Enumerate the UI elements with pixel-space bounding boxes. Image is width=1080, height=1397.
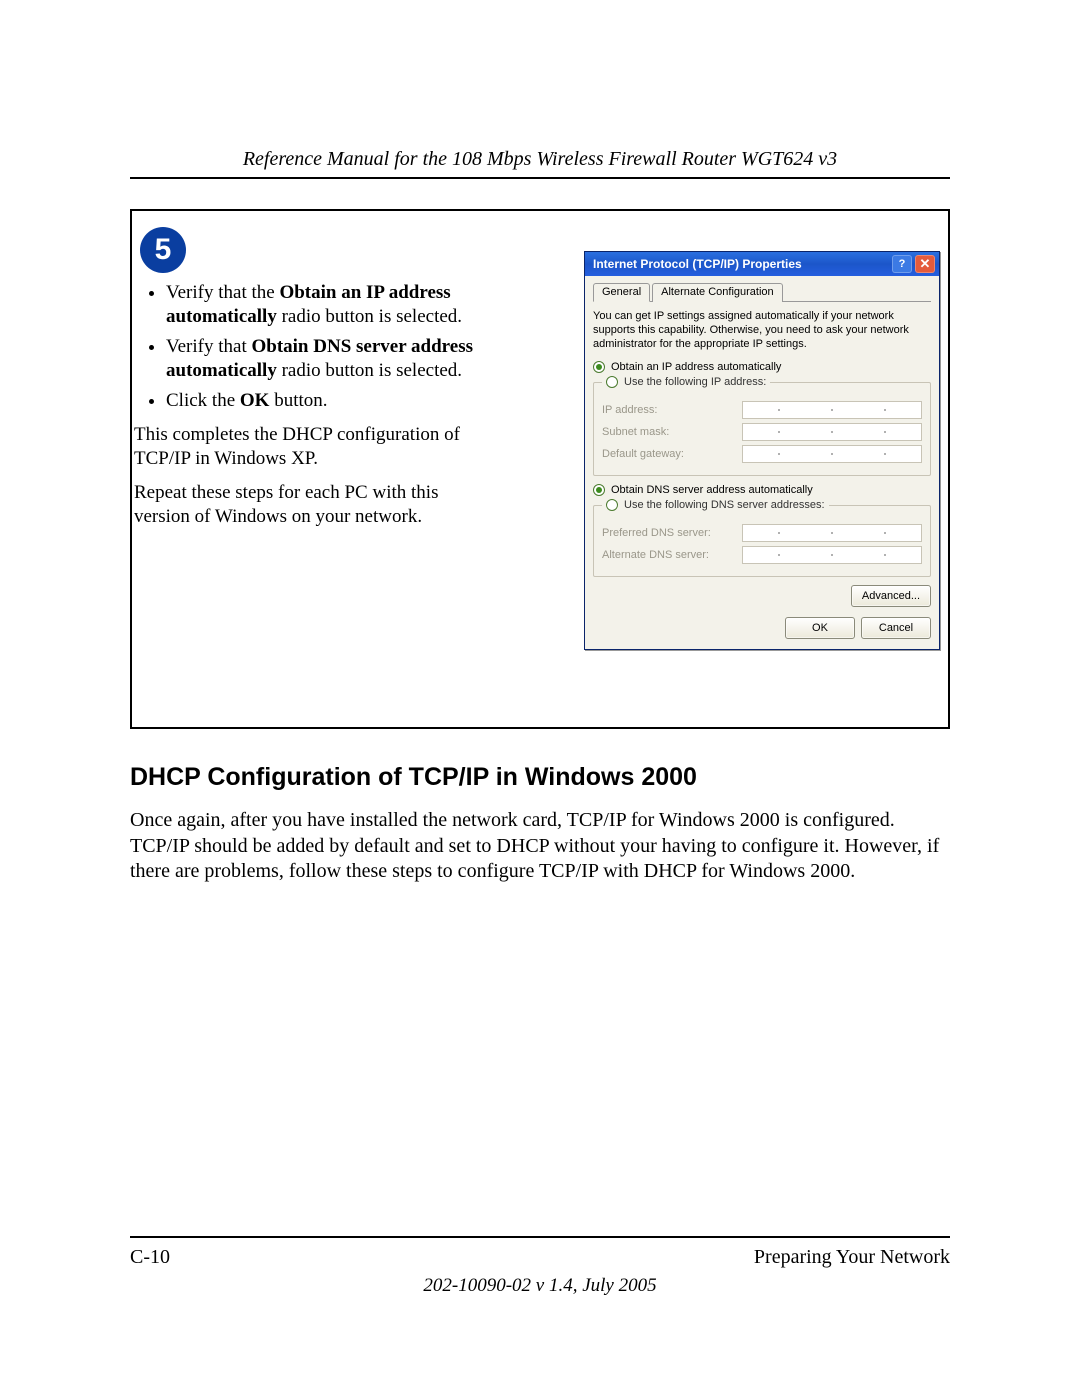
help-button[interactable]: ? <box>892 255 912 273</box>
radio-use-following-dns[interactable]: Use the following DNS server addresses: <box>624 499 825 511</box>
bold-text: OK <box>240 390 270 411</box>
ip-settings-group: Use the following IP address: IP address… <box>593 376 931 476</box>
text: Click the <box>166 390 240 411</box>
radio-use-following-ip[interactable]: Use the following IP address: <box>624 376 766 388</box>
advanced-button[interactable]: Advanced... <box>851 585 931 607</box>
step-paragraph: This completes the DHCP configuration of… <box>134 423 476 471</box>
label-default-gateway: Default gateway: <box>602 448 742 460</box>
text: radio button is selected. <box>277 360 462 381</box>
radio-icon <box>593 484 605 496</box>
dialog-screenshot: Internet Protocol (TCP/IP) Properties ? … <box>584 251 940 650</box>
step-bullet: Verify that Obtain DNS server address au… <box>166 335 476 383</box>
tcpip-properties-dialog: Internet Protocol (TCP/IP) Properties ? … <box>584 251 940 650</box>
dialog-body: General Alternate Configuration You can … <box>585 276 939 649</box>
text: Verify that the <box>166 282 279 303</box>
radio-label: Obtain DNS server address automatically <box>611 484 813 496</box>
dialog-description: You can get IP settings assigned automat… <box>593 310 931 351</box>
step-number-badge: 5 <box>140 227 186 273</box>
label-alternate-dns: Alternate DNS server: <box>602 549 742 561</box>
default-gateway-field[interactable] <box>742 445 922 463</box>
close-button[interactable]: ✕ <box>915 255 935 273</box>
step-paragraph: Repeat these steps for each PC with this… <box>134 481 476 529</box>
cancel-button[interactable]: Cancel <box>861 617 931 639</box>
running-header: Reference Manual for the 108 Mbps Wirele… <box>130 148 950 171</box>
label-preferred-dns: Preferred DNS server: <box>602 527 742 539</box>
dialog-titlebar: Internet Protocol (TCP/IP) Properties ? … <box>585 252 939 276</box>
radio-icon[interactable] <box>606 376 618 388</box>
section-body: Once again, after you have installed the… <box>130 808 950 885</box>
radio-obtain-ip-auto[interactable]: Obtain an IP address automatically <box>593 361 931 373</box>
page-footer: C-10 Preparing Your Network 202-10090-02… <box>130 1236 950 1297</box>
radio-label: Obtain an IP address automatically <box>611 361 781 373</box>
step-instructions: 5 Verify that the Obtain an IP address a… <box>132 221 476 538</box>
preferred-dns-field[interactable] <box>742 524 922 542</box>
text: radio button is selected. <box>277 306 462 327</box>
dialog-title: Internet Protocol (TCP/IP) Properties <box>593 257 889 271</box>
step-panel: 5 Verify that the Obtain an IP address a… <box>130 209 950 729</box>
dns-settings-group: Use the following DNS server addresses: … <box>593 499 931 577</box>
text: Verify that <box>166 336 251 357</box>
dialog-tabs: General Alternate Configuration <box>593 282 931 302</box>
tab-general[interactable]: General <box>593 283 650 302</box>
footer-doc-version: 202-10090-02 v 1.4, July 2005 <box>130 1275 950 1297</box>
radio-obtain-dns-auto[interactable]: Obtain DNS server address automatically <box>593 484 931 496</box>
subnet-mask-field[interactable] <box>742 423 922 441</box>
page-number: C-10 <box>130 1246 170 1269</box>
section-heading: DHCP Configuration of TCP/IP in Windows … <box>130 763 950 792</box>
radio-icon[interactable] <box>606 499 618 511</box>
header-rule <box>130 177 950 179</box>
label-subnet-mask: Subnet mask: <box>602 426 742 438</box>
label-ip-address: IP address: <box>602 404 742 416</box>
footer-section-title: Preparing Your Network <box>754 1246 950 1269</box>
ip-address-field[interactable] <box>742 401 922 419</box>
step-bullet: Click the OK button. <box>166 389 476 413</box>
ok-button[interactable]: OK <box>785 617 855 639</box>
text: button. <box>269 390 327 411</box>
alternate-dns-field[interactable] <box>742 546 922 564</box>
tab-alternate-configuration[interactable]: Alternate Configuration <box>652 283 783 302</box>
footer-rule <box>130 1236 950 1238</box>
radio-icon <box>593 361 605 373</box>
step-bullet: Verify that the Obtain an IP address aut… <box>166 281 476 329</box>
